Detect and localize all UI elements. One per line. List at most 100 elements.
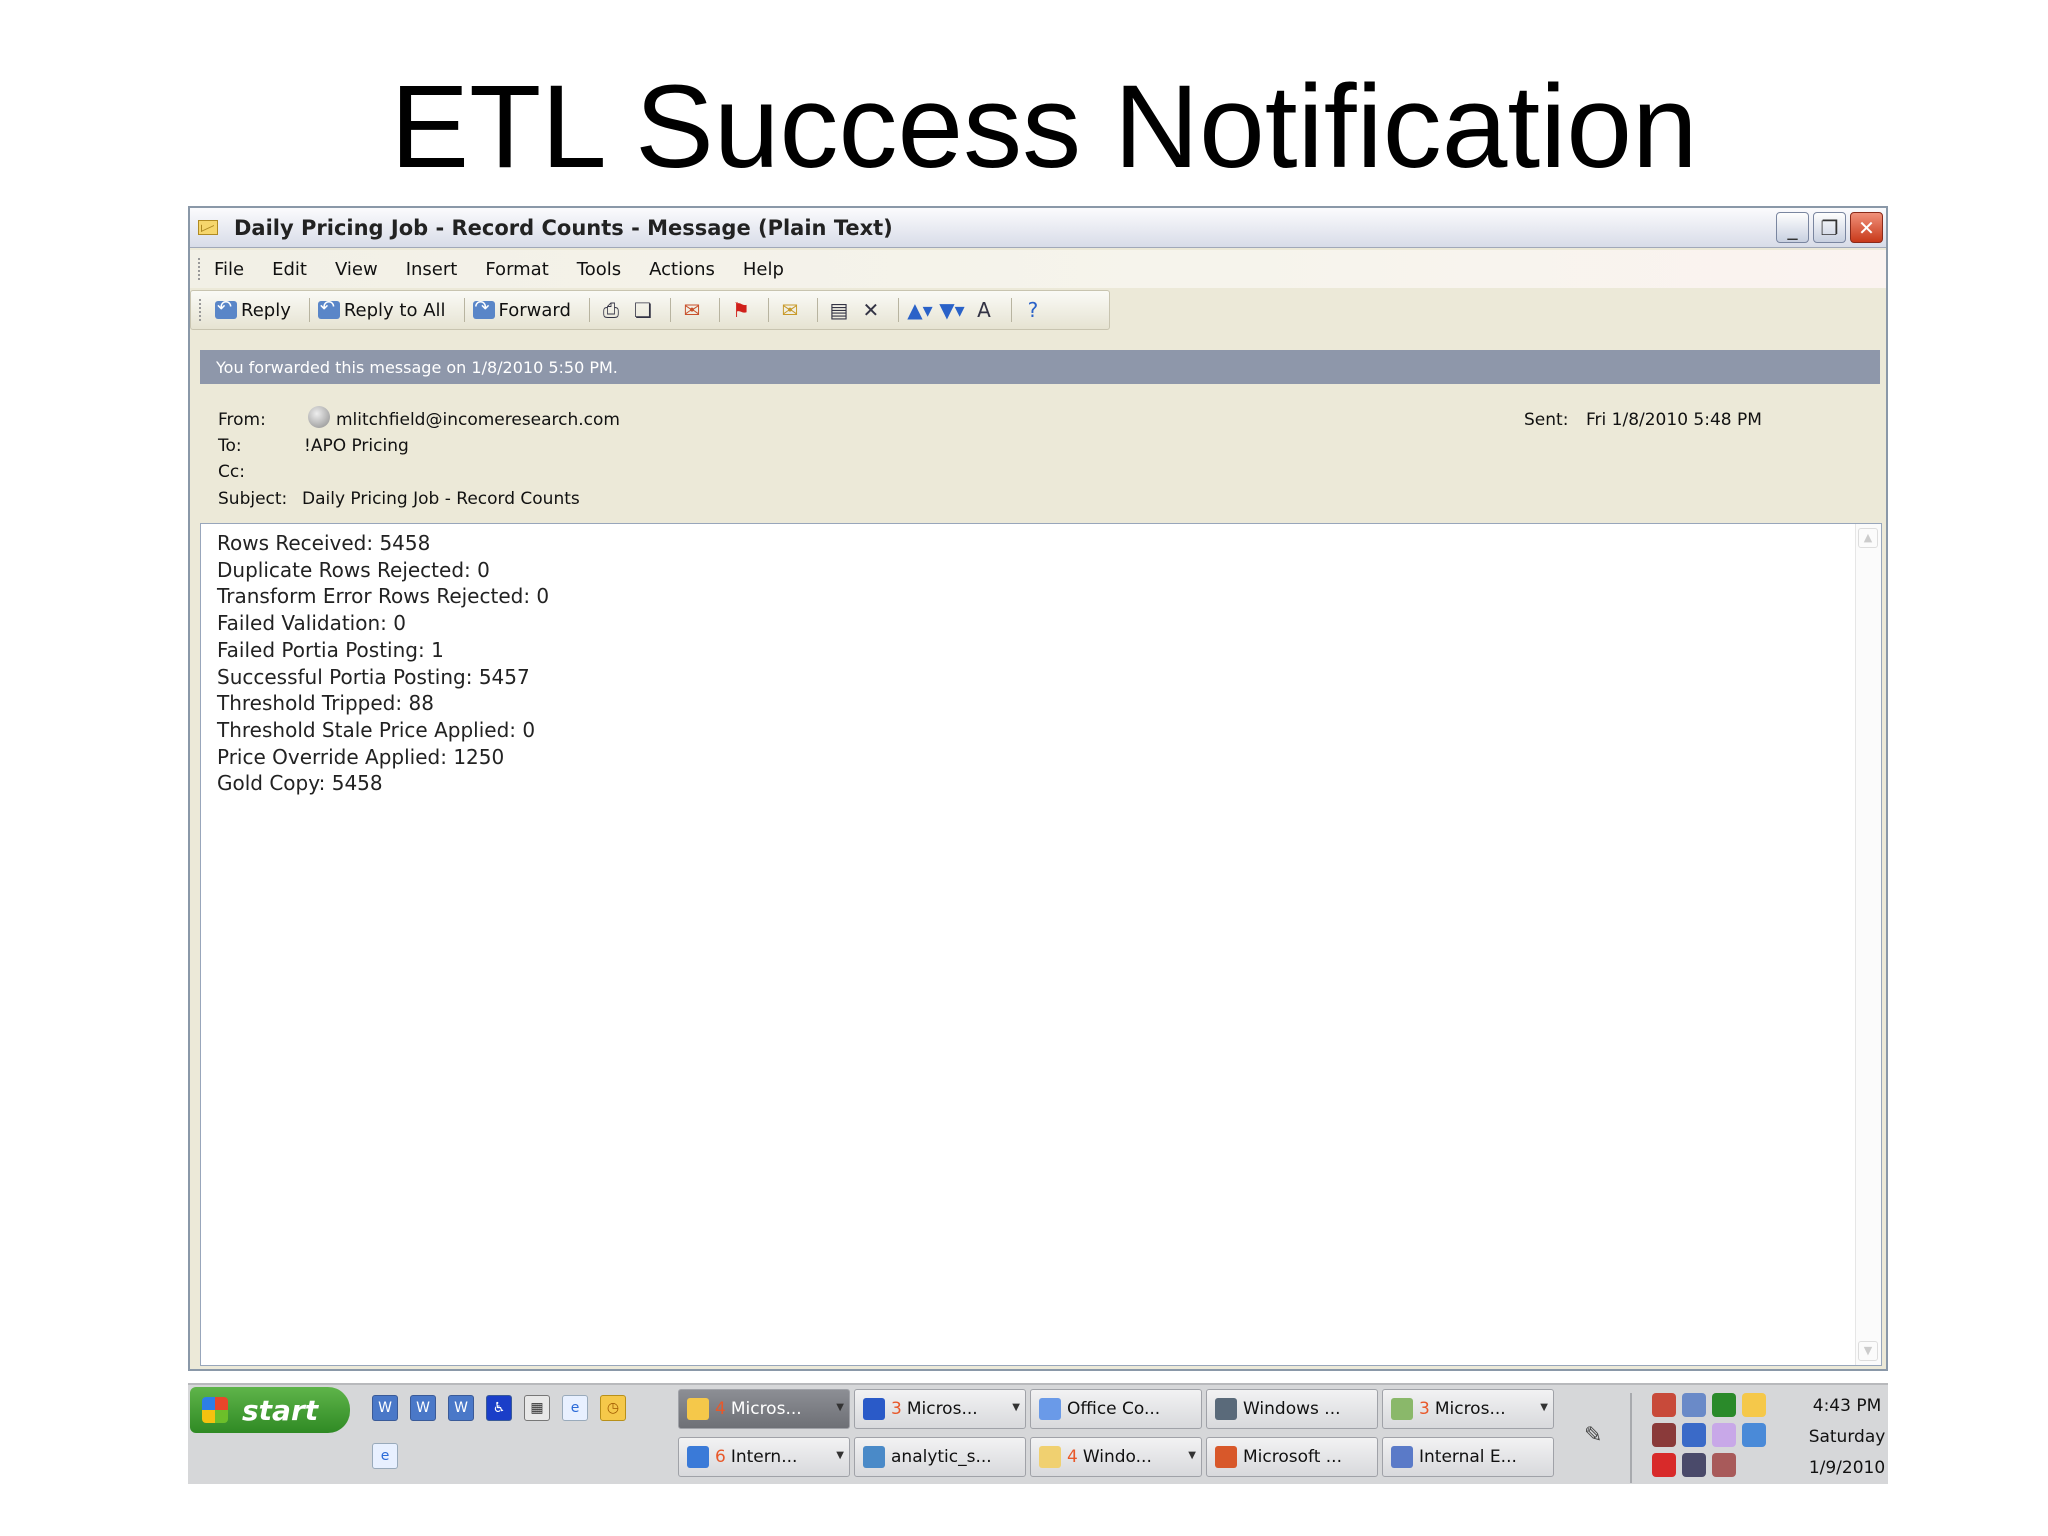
vertical-scrollbar[interactable]: ▲ ▼ <box>1855 524 1881 1365</box>
menu-view[interactable]: View <box>335 259 378 280</box>
ie-refresh-icon[interactable]: e <box>372 1443 398 1469</box>
app-icon <box>1391 1446 1413 1468</box>
calculator-icon[interactable]: ▦ <box>524 1395 550 1421</box>
subject-value: Daily Pricing Job - Record Counts <box>302 489 580 509</box>
reply-all-label: Reply to All <box>343 299 446 321</box>
cc-label: Cc: <box>218 462 245 482</box>
user-icon[interactable] <box>1682 1393 1706 1417</box>
taskbar-button-internet-explorer[interactable]: 6 Intern... ▼ <box>678 1437 850 1477</box>
forward-button[interactable]: Forward <box>472 297 571 321</box>
alert-icon[interactable] <box>1652 1393 1676 1417</box>
taskbar-button-powerpoint[interactable]: Microsoft ... <box>1206 1437 1378 1477</box>
network-icon[interactable] <box>1682 1423 1706 1447</box>
menu-format[interactable]: Format <box>485 259 548 280</box>
internet-explorer-icon[interactable]: e <box>562 1395 588 1421</box>
pen-icon[interactable]: ✎ <box>1584 1423 1602 1448</box>
taskbar-button-windows[interactable]: Windows ... <box>1206 1389 1378 1429</box>
clock-date: 1/9/2010 <box>1808 1458 1886 1478</box>
green-status-icon[interactable] <box>1712 1393 1736 1417</box>
clock-tray-icon[interactable] <box>1742 1393 1766 1417</box>
tool-icon[interactable] <box>1712 1453 1736 1477</box>
body-line: Price Override Applied: 1250 <box>217 744 505 769</box>
menu-tools[interactable]: Tools <box>577 259 621 280</box>
forward-label: Forward <box>498 299 571 321</box>
toolbar-grip[interactable] <box>199 299 203 321</box>
security-icon[interactable] <box>1652 1423 1676 1447</box>
subject-label: Subject: <box>218 489 288 509</box>
to-address[interactable]: !APO Pricing <box>304 436 409 456</box>
start-button[interactable]: start <box>190 1387 350 1433</box>
taskbar-button-outlook[interactable]: 4 Micros... ▼ <box>678 1389 850 1429</box>
reply-label: Reply <box>241 299 291 321</box>
chevron-down-icon: ▼ <box>836 1450 844 1461</box>
reply-button[interactable]: Reply <box>215 297 291 321</box>
menu-insert[interactable]: Insert <box>406 259 458 280</box>
taskbar-button-explorer[interactable]: 4 Windo... ▼ <box>1030 1437 1202 1477</box>
previous-item-icon[interactable]: ▲▾ <box>907 298 933 322</box>
scroll-down-icon[interactable]: ▼ <box>1858 1341 1878 1361</box>
reply-all-icon <box>317 297 340 319</box>
accessibility-icon[interactable]: ♿ <box>486 1395 512 1421</box>
menu-edit[interactable]: Edit <box>272 259 307 280</box>
close-icon: ✕ <box>1858 215 1875 240</box>
taskbar-button-analytic[interactable]: analytic_s... <box>854 1437 1026 1477</box>
menu-actions[interactable]: Actions <box>649 259 715 280</box>
contact-status-icon <box>308 406 330 428</box>
toolbar-separator <box>816 298 818 322</box>
taskbar-button-internal[interactable]: Internal E... <box>1382 1437 1554 1477</box>
restore-icon: ❐ <box>1820 215 1839 240</box>
chevron-down-icon: ▼ <box>836 1402 844 1413</box>
taskbar-button-office-clipboard[interactable]: Office Co... <box>1030 1389 1202 1429</box>
window-titlebar[interactable]: Daily Pricing Job - Record Counts - Mess… <box>190 208 1886 248</box>
clock-icon[interactable]: ◷ <box>600 1395 626 1421</box>
font-size-icon[interactable]: A <box>971 298 997 322</box>
toolbar-separator <box>897 298 899 322</box>
forward-icon <box>472 297 495 319</box>
taskbar-clock[interactable]: 4:43 PM Saturday 1/9/2010 <box>1804 1391 1890 1484</box>
system-tray: 4:43 PM Saturday 1/9/2010 <box>1644 1385 1888 1486</box>
chevron-down-icon: ▼ <box>1012 1402 1020 1413</box>
reply-icon <box>215 297 237 319</box>
body-line: Failed Validation: 0 <box>217 611 406 636</box>
powerpoint-icon <box>1215 1446 1237 1468</box>
help-icon[interactable]: ? <box>1020 298 1046 322</box>
next-item-icon[interactable]: ▼▾ <box>939 298 965 322</box>
reply-all-button[interactable]: Reply to All <box>317 297 446 321</box>
to-label: To: <box>218 436 242 456</box>
print-icon[interactable]: ⎙ <box>598 298 624 322</box>
taskbar-button-word[interactable]: 3 Micros... ▼ <box>854 1389 1026 1429</box>
delete-mail-icon[interactable]: ✉ <box>679 298 705 322</box>
toolbar-grip[interactable] <box>198 258 202 280</box>
move-to-folder-icon[interactable]: ▤ <box>826 298 852 322</box>
wireless-icon[interactable] <box>1712 1423 1736 1447</box>
body-line: Duplicate Rows Rejected: 0 <box>217 557 490 582</box>
sql-icon <box>863 1446 885 1468</box>
connection-icon[interactable] <box>1742 1423 1766 1447</box>
toolbar-separator <box>1010 298 1012 322</box>
copy-icon[interactable]: ❏ <box>630 298 656 322</box>
taskbar-button-project[interactable]: 3 Micros... ▼ <box>1382 1389 1554 1429</box>
restore-button[interactable]: ❐ <box>1813 212 1846 243</box>
menu-file[interactable]: File <box>214 259 244 280</box>
outlook-icon <box>687 1398 709 1420</box>
from-address[interactable]: mlitchfield@incomeresearch.com <box>336 410 620 430</box>
minimize-button[interactable]: _ <box>1776 212 1809 243</box>
toolbar-separator <box>767 298 769 322</box>
scroll-up-icon[interactable]: ▲ <box>1858 528 1878 548</box>
toolbar-separator <box>669 298 671 322</box>
delete-icon[interactable]: ✕ <box>858 298 884 322</box>
ati-icon[interactable] <box>1652 1453 1676 1477</box>
word-quicklaunch-icon[interactable]: W <box>410 1395 436 1421</box>
minimize-icon: _ <box>1787 215 1798 240</box>
message-body[interactable]: Rows Received: 5458 Duplicate Rows Rejec… <box>200 523 1882 1366</box>
body-line: Rows Received: 5458 <box>217 531 431 555</box>
flag-icon[interactable]: ⚑ <box>728 298 754 322</box>
open-envelope-icon[interactable]: ✉ <box>777 298 803 322</box>
menu-help[interactable]: Help <box>743 259 784 280</box>
close-button[interactable]: ✕ <box>1850 212 1883 243</box>
chevron-down-icon: ▼ <box>1188 1450 1196 1461</box>
antivirus-icon[interactable] <box>1682 1453 1706 1477</box>
word-quicklaunch-icon[interactable]: W <box>372 1395 398 1421</box>
word-quicklaunch-icon[interactable]: W <box>448 1395 474 1421</box>
body-line: Transform Error Rows Rejected: 0 <box>217 584 550 609</box>
